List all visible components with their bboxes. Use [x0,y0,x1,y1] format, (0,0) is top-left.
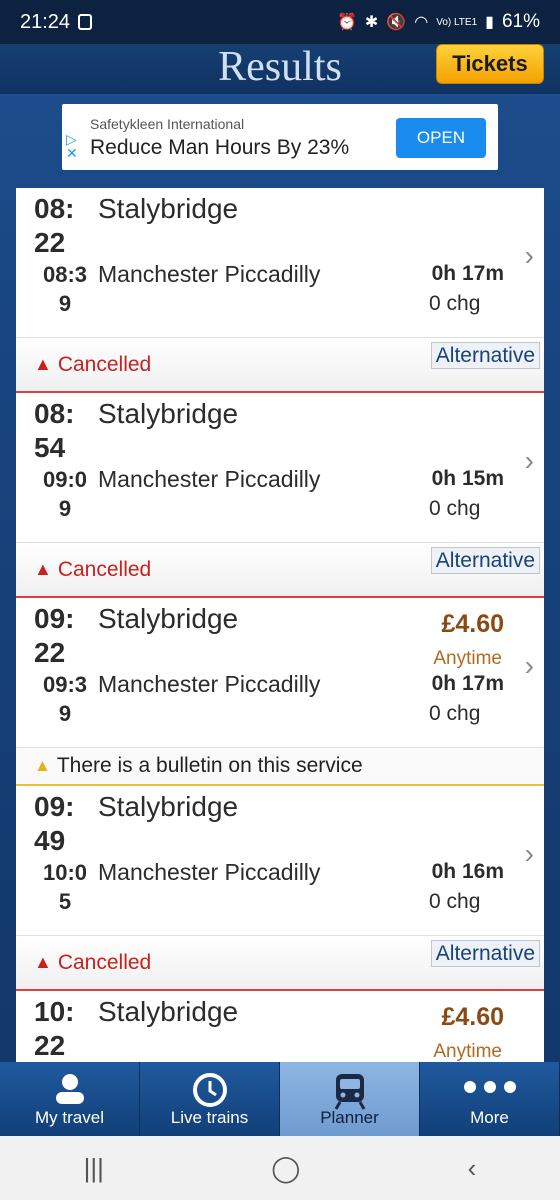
journey-duration: 0h 17m [431,672,504,695]
journey-row[interactable]: 08: 54 Stalybridge 09:0 9 Manchester Pic… [16,393,544,543]
status-text: Cancelled [57,557,152,581]
warning-icon: ▲ [34,952,52,972]
chevron-right-icon: › [524,650,534,681]
system-navigation-bar: ||| ◯ ‹ [0,1136,560,1200]
app-header: Results Tickets [0,44,560,94]
journey-row[interactable]: 09: 22 Stalybridge £4.60 Anytime 09:3 9 … [16,598,544,748]
home-icon[interactable]: ◯ [271,1153,300,1184]
nav-label: Planner [320,1108,379,1127]
journey-changes: 0 chg [429,702,481,725]
nav-live-trains[interactable]: Live trains [140,1062,280,1136]
nav-label: More [470,1108,509,1127]
nav-label: Live trains [170,1108,249,1127]
fare-type: Anytime [433,648,502,669]
journey-changes: 0 chg [429,890,481,913]
departure-time: 08: 54 [34,398,75,463]
back-icon[interactable]: ‹ [468,1153,477,1184]
battery-level: 61% [501,11,540,32]
chevron-right-icon: › [524,240,534,271]
arrival-time: 09:3 9 [42,672,88,726]
ticket-price: £4.60 [441,1003,504,1031]
journey-row[interactable]: 10: 22 Stalybridge £4.60 Anytime [16,991,544,1062]
arrival-time: 08:3 9 [42,262,88,316]
journey-row[interactable]: 08: 22 Stalybridge 08:3 9 Manchester Pic… [16,188,544,338]
network-label: Vo) LTE1 [436,16,478,28]
ad-advertiser: Safetykleen International [90,116,245,132]
journey-changes: 0 chg [429,292,481,315]
origin-station: Stalybridge [98,996,239,1027]
bottom-navigation: My travel Live trains Planner More [0,1062,560,1136]
alternative-button[interactable]: Alternative [430,342,540,369]
bulletin-row[interactable]: ▲ There is a bulletin on this service [16,748,544,786]
ad-headline: Reduce Man Hours By 23% [90,136,350,159]
departure-time: 09: 49 [34,791,75,856]
chevron-right-icon: › [524,838,534,869]
signal-icon: ▮ [485,14,494,31]
ticket-price: £4.60 [441,610,504,638]
clock-icon [192,1073,227,1107]
alarm-icon: ⏰ [336,14,357,31]
journey-duration: 0h 15m [431,467,504,490]
train-icon [334,1074,365,1110]
mute-icon: 🔇 [386,14,407,31]
alternative-button[interactable]: Alternative [430,940,540,967]
journey-changes: 0 chg [429,497,481,520]
nav-more[interactable]: More [420,1062,560,1136]
status-text: Cancelled [57,950,152,974]
departure-time: 08: 22 [34,193,75,258]
fare-type: Anytime [433,1041,502,1062]
departure-time: 09: 22 [34,603,75,668]
ad-banner[interactable]: ▷ ✕ Safetykleen International Reduce Man … [62,104,498,170]
more-dots-icon [463,1081,516,1093]
cancelled-status-row: ▲ Cancelled Alternative [16,543,544,598]
cancelled-status-row: ▲ Cancelled Alternative [16,936,544,991]
person-icon [55,1074,84,1104]
nav-my-travel[interactable]: My travel [0,1062,140,1136]
wifi-icon: ◠ [414,14,429,31]
journey-row[interactable]: 09: 49 Stalybridge 10:0 5 Manchester Pic… [16,786,544,936]
origin-station: Stalybridge [98,398,239,429]
journey-duration: 0h 16m [431,860,504,883]
origin-station: Stalybridge [98,603,239,634]
arrival-time: 10:0 5 [42,860,88,914]
warning-icon: ▲ [34,354,52,374]
nav-label: My travel [35,1108,104,1127]
status-text: Cancelled [57,352,152,376]
status-right: ⏰ ✱ 🔇 ◠ Vo) LTE1 ▮ 61% [337,11,540,33]
bulletin-text: There is a bulletin on this service [56,754,363,777]
status-bar: 21:24 ⏰ ✱ 🔇 ◠ Vo) LTE1 ▮ 61% [0,0,560,44]
bluetooth-icon: ✱ [364,14,379,31]
tickets-button[interactable]: Tickets [436,44,544,84]
destination-station: Manchester Piccadilly [98,859,321,885]
adchoices-icon[interactable]: ▷ ✕ [66,132,78,160]
warning-icon: ▲ [34,756,51,775]
recent-apps-icon[interactable]: ||| [84,1153,104,1184]
notification-icon [78,14,93,30]
warning-icon: ▲ [34,559,52,579]
nav-planner[interactable]: Planner [280,1062,420,1136]
destination-station: Manchester Piccadilly [98,671,321,697]
alternative-button[interactable]: Alternative [430,547,540,574]
arrival-time: 09:0 9 [42,467,88,521]
journey-duration: 0h 17m [431,262,504,285]
cancelled-status-row: ▲ Cancelled Alternative [16,338,544,393]
origin-station: Stalybridge [98,791,239,822]
origin-station: Stalybridge [98,193,239,224]
destination-station: Manchester Piccadilly [98,261,321,287]
journey-list[interactable]: 08: 22 Stalybridge 08:3 9 Manchester Pic… [16,188,544,1062]
ad-open-button[interactable]: OPEN [396,118,486,158]
departure-time: 10: 22 [34,996,75,1061]
chevron-right-icon: › [524,445,534,476]
status-time: 21:24 [20,10,71,33]
destination-station: Manchester Piccadilly [98,466,321,492]
